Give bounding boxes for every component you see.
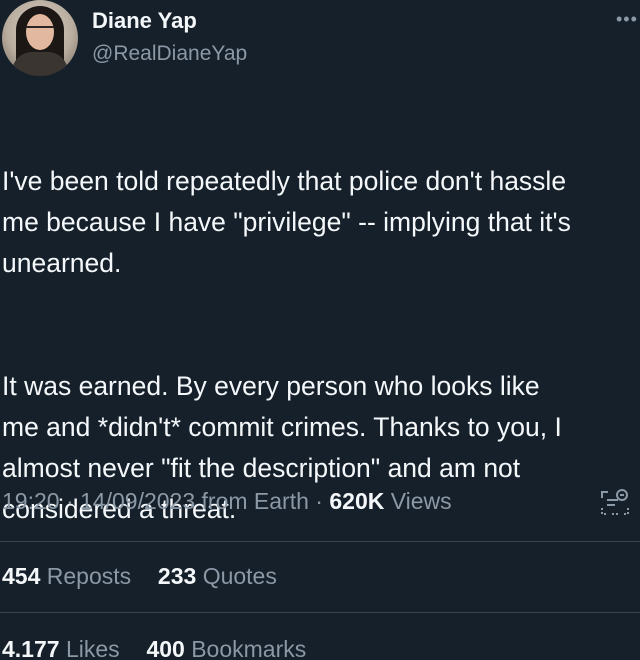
- tweet-paragraph: I've been told repeatedly that police do…: [2, 166, 571, 278]
- post-date[interactable]: 14/09/2023: [80, 488, 195, 514]
- views-label: Views: [390, 488, 452, 514]
- tweet-header: Diane Yap @RealDianeYap •••: [0, 0, 640, 80]
- meta-separator: ·: [65, 488, 74, 514]
- tweet-meta: 19:20 · 14/09/2023 from Earth · 620K Vie…: [2, 488, 602, 515]
- bookmarks-count[interactable]: 400: [146, 636, 184, 660]
- display-name[interactable]: Diane Yap: [92, 8, 197, 34]
- user-handle[interactable]: @RealDianeYap: [92, 42, 247, 66]
- post-summary-icon[interactable]: [598, 486, 632, 520]
- more-horizontal-icon[interactable]: •••: [616, 10, 638, 28]
- divider: [0, 612, 640, 613]
- repost-stats: 454 Reposts 233 Quotes: [2, 563, 277, 590]
- like-stats: 4.177 Likes 400 Bookmarks: [2, 636, 306, 660]
- meta-separator: ·: [315, 488, 323, 514]
- tweet-screenshot: Diane Yap @RealDianeYap ••• I've been to…: [0, 0, 640, 660]
- post-source: from Earth: [201, 488, 309, 514]
- quotes-count[interactable]: 233: [158, 563, 196, 589]
- quotes-label[interactable]: Quotes: [203, 563, 277, 589]
- views-count: 620K: [329, 488, 385, 514]
- reposts-label[interactable]: Reposts: [47, 563, 131, 589]
- post-time[interactable]: 19:20: [2, 488, 60, 514]
- divider: [0, 541, 640, 542]
- likes-count[interactable]: 4.177: [2, 636, 60, 660]
- bookmarks-label[interactable]: Bookmarks: [191, 636, 306, 660]
- reposts-count[interactable]: 454: [2, 563, 40, 589]
- avatar[interactable]: [2, 0, 78, 76]
- likes-label[interactable]: Likes: [66, 636, 120, 660]
